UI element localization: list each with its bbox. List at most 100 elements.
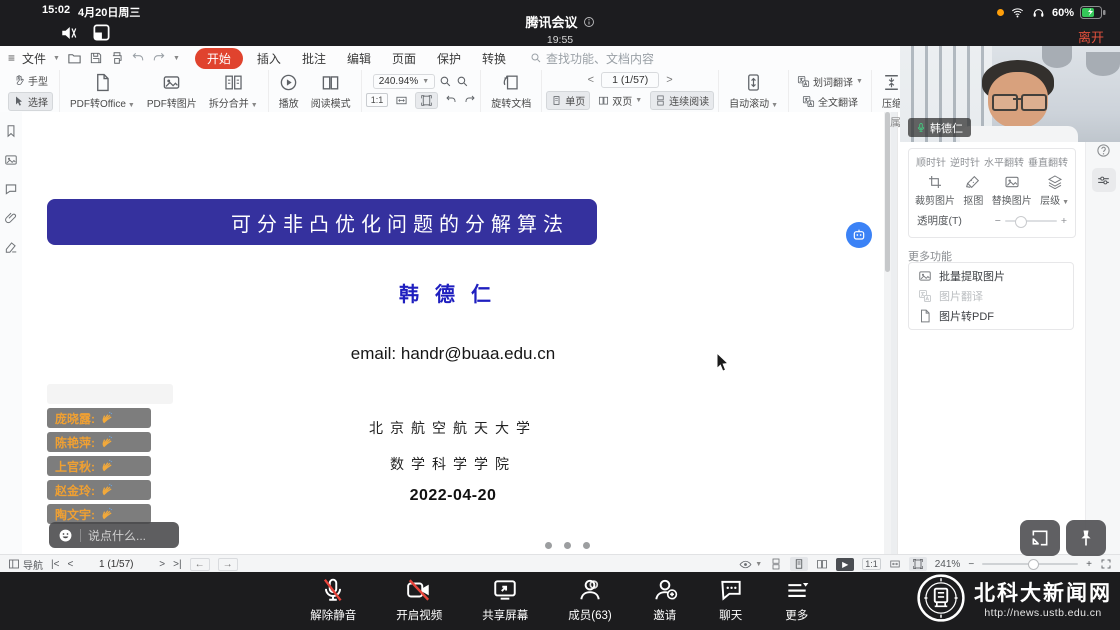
zoom-slider[interactable]	[982, 563, 1078, 565]
signature-icon[interactable]	[4, 240, 18, 254]
emoji-picker-icon[interactable]	[58, 528, 73, 543]
prev-page-button[interactable]: <	[585, 74, 597, 86]
word-translate-button[interactable]: 划词翻译▼	[793, 73, 867, 90]
zoom-out-icon[interactable]	[439, 75, 452, 88]
help-icon[interactable]	[1096, 143, 1111, 158]
tab-protect[interactable]: 保护	[430, 48, 468, 69]
document-scrollbar[interactable]	[884, 112, 891, 554]
attachments-icon[interactable]	[4, 211, 18, 225]
scrollbar-thumb[interactable]	[885, 112, 890, 272]
crop-image-button[interactable]: 裁剪图片	[915, 174, 955, 207]
prev-page-button[interactable]: <	[67, 559, 73, 570]
minimize-to-pip-button[interactable]	[1020, 520, 1060, 556]
rotate-document-button[interactable]: 旋转文档	[485, 73, 537, 110]
continuous-mode-icon[interactable]	[770, 558, 782, 570]
first-page-button[interactable]: |<	[51, 559, 59, 570]
slide-page[interactable]: 可分非凸优化问题的分解算法 韩德仁 email: handr@buaa.edu.…	[22, 112, 884, 554]
eye-protect-mode-button[interactable]: ▼	[739, 558, 762, 571]
single-page-mode-icon[interactable]	[790, 557, 808, 571]
assistant-floating-button[interactable]	[846, 222, 872, 248]
double-page-mode-icon[interactable]	[816, 558, 828, 570]
history-forward-button[interactable]: →	[218, 558, 238, 571]
opacity-slider[interactable]: −+	[995, 215, 1067, 227]
fullscreen-icon[interactable]	[1100, 558, 1112, 570]
zoom-in-icon[interactable]	[456, 75, 469, 88]
chat-input[interactable]: 说点什么...	[49, 522, 179, 548]
tab-convert[interactable]: 转换	[475, 48, 513, 69]
pin-window-button[interactable]	[1066, 520, 1106, 556]
zoom-slider-knob[interactable]	[1028, 559, 1039, 570]
single-page-button[interactable]: 单页	[546, 91, 590, 110]
undo-icon[interactable]	[131, 51, 145, 65]
toolbar-search[interactable]: 查找功能、文档内容	[530, 50, 654, 67]
tab-edit[interactable]: 编辑	[340, 48, 378, 69]
tab-home[interactable]: 开始	[195, 48, 243, 69]
unmute-button[interactable]: 解除静音	[310, 577, 356, 623]
image-to-pdf-button[interactable]: 图片转PDF	[918, 308, 1064, 324]
flip-v-button[interactable]: 垂直翻转	[1028, 154, 1068, 169]
speaker-video-tile[interactable]: 韩德仁	[900, 46, 1120, 142]
matting-button[interactable]: 抠图	[963, 174, 983, 207]
next-page-button[interactable]: >	[663, 74, 675, 86]
fit-page-icon[interactable]	[415, 92, 438, 109]
tab-insert[interactable]: 插入	[250, 48, 288, 69]
rotate-left-icon[interactable]	[445, 94, 457, 106]
save-icon[interactable]	[89, 51, 103, 65]
pdf-to-image-button[interactable]: PDF转图片	[141, 73, 203, 110]
rotate-right-icon[interactable]	[464, 94, 476, 106]
open-file-icon[interactable]	[67, 51, 82, 66]
last-page-button[interactable]: >|	[173, 559, 181, 570]
batch-extract-button[interactable]: 批量提取图片	[918, 268, 1064, 284]
file-menu[interactable]: 文件	[22, 50, 46, 67]
invite-button[interactable]: 邀请	[652, 577, 678, 623]
bookmarks-icon[interactable]	[4, 124, 18, 138]
split-merge-button[interactable]: 拆分合并 ▼	[203, 73, 264, 110]
pdf-to-office-button[interactable]: PDF转Office ▼	[64, 73, 141, 110]
fit-page-icon[interactable]	[909, 557, 927, 571]
tab-page[interactable]: 页面	[385, 48, 423, 69]
full-translate-button[interactable]: 全文翻译	[798, 93, 862, 110]
rotate-cw-button[interactable]: 顺时针	[916, 154, 946, 169]
replace-image-button[interactable]: 替换图片	[992, 174, 1032, 207]
fit-width-icon[interactable]	[395, 94, 408, 107]
double-page-button[interactable]: 双页▼	[594, 92, 646, 109]
zoom-level-select[interactable]: 240.94%▼	[373, 74, 435, 89]
settings-sliders-button[interactable]	[1092, 168, 1116, 192]
read-mode-button[interactable]: 阅读模式	[305, 73, 357, 110]
chat-button[interactable]: 聊天	[718, 577, 744, 623]
layer-button[interactable]: 层级 ▼	[1040, 174, 1069, 207]
rotate-ccw-button[interactable]: 逆时针	[950, 154, 980, 169]
auto-scroll-button[interactable]: 自动滚动 ▼	[723, 73, 784, 110]
next-page-button[interactable]: >	[159, 559, 165, 570]
info-icon[interactable]	[583, 16, 595, 28]
share-screen-button[interactable]: 共享屏幕	[482, 577, 528, 623]
fit-width-icon[interactable]	[889, 558, 901, 570]
play-mode-button[interactable]: ▶	[836, 558, 854, 571]
image-translate-button[interactable]: 图片翻译	[918, 288, 1064, 304]
actual-size-button[interactable]: 1:1	[366, 93, 389, 107]
play-slideshow-button[interactable]: 播放	[273, 73, 305, 110]
redo-icon[interactable]	[152, 51, 166, 65]
comments-icon[interactable]	[4, 182, 18, 196]
hand-tool-button[interactable]: 手型	[9, 72, 52, 89]
tab-comment[interactable]: 批注	[295, 48, 333, 69]
status-zoom-value[interactable]: 241%	[935, 559, 961, 570]
history-back-button[interactable]: ←	[190, 558, 210, 571]
page-indicator[interactable]: 1 (1/57)	[601, 72, 659, 88]
select-tool-button[interactable]: 选择	[8, 92, 53, 111]
quickbar-caret-icon[interactable]: ▼	[173, 55, 180, 62]
leave-meeting-button[interactable]: 离开	[1078, 27, 1104, 46]
status-page-indicator[interactable]: 1 (1/57)	[81, 559, 151, 570]
navigation-toggle[interactable]: 导航	[8, 557, 43, 572]
thumbnails-icon[interactable]	[4, 153, 18, 167]
hamburger-menu-icon[interactable]: ≡	[8, 51, 15, 65]
zoom-in-button[interactable]: +	[1086, 559, 1092, 570]
flip-h-button[interactable]: 水平翻转	[984, 154, 1024, 169]
zoom-out-button[interactable]: −	[968, 559, 974, 570]
members-button[interactable]: 成员(63)	[568, 577, 611, 623]
actual-size-icon[interactable]: 1:1	[862, 558, 881, 570]
start-video-button[interactable]: 开启视频	[396, 577, 442, 623]
print-icon[interactable]	[110, 51, 124, 65]
continuous-read-button[interactable]: 连续阅读	[650, 91, 714, 110]
more-button[interactable]: 更多	[784, 577, 810, 623]
